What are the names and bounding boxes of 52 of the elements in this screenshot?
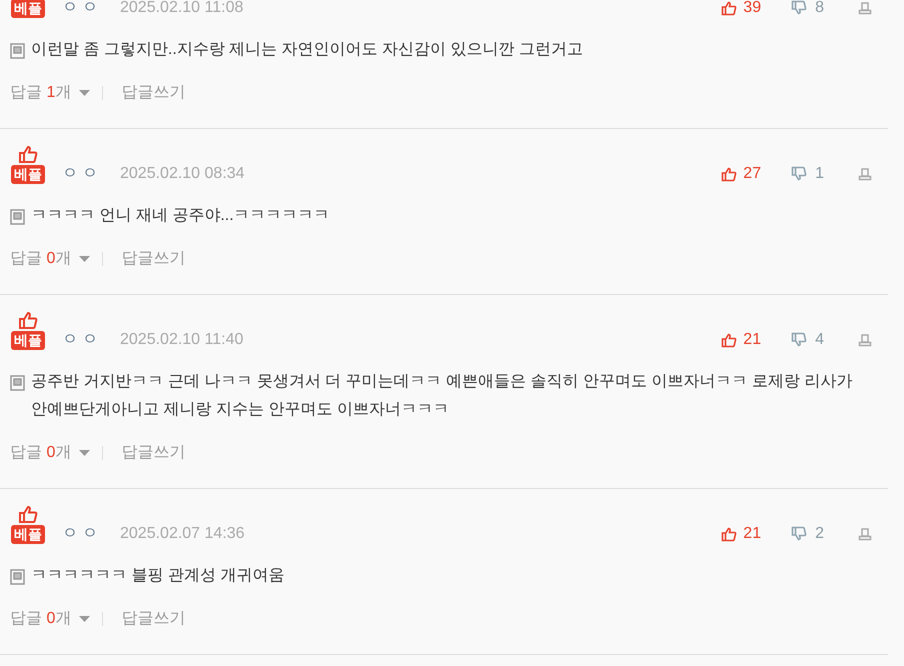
dislike-button[interactable]: 8 bbox=[791, 0, 824, 20]
best-badge: 베플 bbox=[11, 525, 45, 544]
write-reply-link[interactable]: 답글쓰기 bbox=[121, 247, 186, 271]
write-reply-link[interactable]: 답글쓰기 bbox=[121, 81, 186, 105]
comment-text: ㅋㅋㅋㅋㅋㅋ 블핑 관계성 개귀여움 bbox=[31, 566, 284, 586]
caret-icon bbox=[79, 90, 90, 96]
thumbs-up-icon bbox=[721, 332, 738, 348]
comment-date: 2025.02.07 14:36 bbox=[120, 524, 245, 544]
reply-toggle[interactable]: 답글 1개 bbox=[10, 81, 90, 105]
thumbs-down-icon bbox=[791, 526, 808, 542]
report-icon[interactable] bbox=[858, 527, 872, 541]
best-badge: 베플 bbox=[11, 0, 45, 18]
thumbs-down-icon bbox=[791, 166, 808, 182]
thumbs-up-icon bbox=[721, 526, 738, 542]
report-icon[interactable] bbox=[858, 333, 872, 347]
like-button[interactable]: 21 bbox=[721, 522, 762, 546]
dislike-button[interactable]: 4 bbox=[791, 328, 824, 352]
like-button[interactable]: 27 bbox=[721, 162, 762, 186]
comment-text: 공주반 거지반ㅋㅋ 근데 나ㅋㅋ 못생겨서 더 꾸미는데ㅋㅋ 예쁜애들은 솔직히 안꾸며도 이쁘자너ㅋㅋ 로제랑 리사가 안예쁘단게아니고 제니랑 지수는 안꾸며도 이쁘자너ㅋㅋㅋ bbox=[31, 372, 854, 420]
caret-icon bbox=[79, 450, 90, 456]
like-button[interactable]: 39 bbox=[721, 0, 762, 20]
report-icon[interactable] bbox=[858, 1, 872, 15]
dislike-button[interactable]: 1 bbox=[791, 162, 824, 186]
comment-text: 이런말 좀 그렇지만..지수랑 제니는 자연인이어도 자신감이 있으니깐 그런거고 bbox=[31, 40, 584, 60]
comment-date: 2025.02.10 11:40 bbox=[120, 330, 244, 350]
report-icon[interactable] bbox=[858, 167, 872, 181]
comment-date: 2025.02.10 08:34 bbox=[120, 164, 245, 184]
reply-toggle[interactable]: 답글 0개 bbox=[10, 607, 90, 631]
thumbs-down-icon bbox=[791, 332, 808, 348]
like-button[interactable]: 21 bbox=[721, 328, 762, 352]
memo-icon bbox=[10, 375, 25, 391]
best-badge: 베플 bbox=[11, 165, 45, 184]
thumbs-up-icon bbox=[721, 166, 738, 182]
author-name[interactable]: ㅇㅇ bbox=[62, 328, 102, 352]
author-name[interactable]: ㅇㅇ bbox=[62, 162, 102, 186]
dislike-button[interactable]: 2 bbox=[791, 522, 824, 546]
thumbs-up-icon bbox=[721, 0, 738, 16]
comment-text: ㅋㅋㅋㅋ 언니 재네 공주야...ㅋㅋㅋㅋㅋㅋ bbox=[31, 206, 330, 226]
thumbs-down-icon bbox=[791, 0, 808, 16]
comment-date: 2025.02.10 11:08 bbox=[120, 0, 244, 18]
memo-icon bbox=[10, 209, 25, 225]
reply-toggle[interactable]: 답글 0개 bbox=[10, 247, 90, 271]
best-badge: 베플 bbox=[11, 331, 45, 350]
memo-icon bbox=[10, 43, 25, 59]
reply-toggle[interactable]: 답글 0개 bbox=[10, 441, 90, 465]
author-name[interactable]: ㅇㅇ bbox=[62, 522, 102, 546]
author-name[interactable]: ㅇㅇ bbox=[62, 0, 102, 20]
memo-icon bbox=[10, 569, 25, 585]
write-reply-link[interactable]: 답글쓰기 bbox=[121, 441, 186, 465]
write-reply-link[interactable]: 답글쓰기 bbox=[121, 607, 186, 631]
caret-icon bbox=[79, 616, 90, 622]
caret-icon bbox=[79, 256, 90, 262]
